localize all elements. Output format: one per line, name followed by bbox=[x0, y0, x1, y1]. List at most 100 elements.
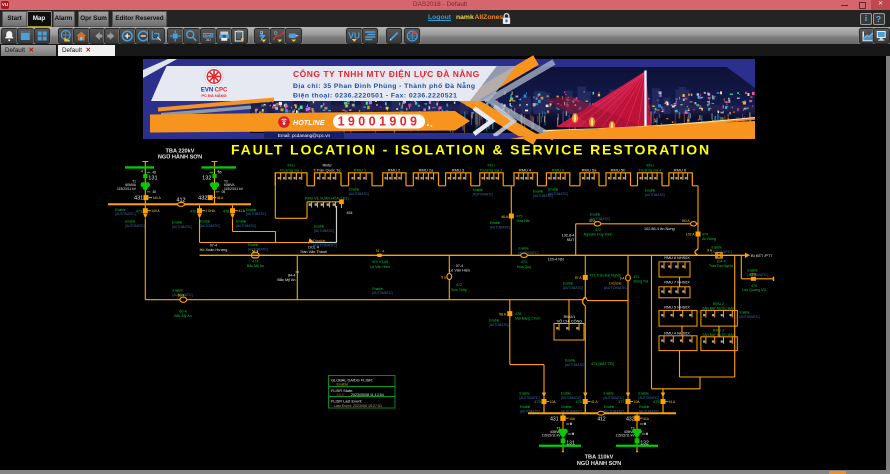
svg-text:Hồ Xuân Hương: Hồ Xuân Hương bbox=[200, 248, 228, 252]
svg-text:41 A: 41 A bbox=[591, 400, 598, 404]
svg-text:A: A bbox=[382, 249, 384, 253]
svg-text:Lê Văn Hiến: Lê Văn Hiến bbox=[370, 265, 390, 269]
svg-text:474 VT-05: 474 VT-05 bbox=[372, 260, 389, 264]
svg-text:432: 432 bbox=[626, 417, 635, 423]
svg-text:431: 431 bbox=[134, 195, 143, 201]
svg-text:Enable: Enable bbox=[548, 188, 558, 192]
svg-text:4: 4 bbox=[141, 170, 143, 174]
svg-text:471: 471 bbox=[634, 275, 640, 279]
svg-text:Enable: Enable bbox=[173, 288, 183, 292]
svg-text:Enable: Enable bbox=[565, 358, 575, 362]
svg-text:431: 431 bbox=[550, 417, 559, 423]
svg-text:[AUTOMATIC]: [AUTOMATIC] bbox=[200, 224, 220, 228]
svg-text:473: 473 bbox=[136, 209, 142, 213]
svg-text:475: 475 bbox=[576, 400, 582, 404]
svg-text:[AUTOMATIC]: [AUTOMATIC] bbox=[520, 396, 540, 400]
svg-text:Hòa Quý: Hòa Quý bbox=[517, 265, 531, 269]
svg-text:Trường Sa 2: Trường Sa 2 bbox=[480, 167, 503, 172]
svg-text:Enable: Enable bbox=[639, 405, 649, 409]
svg-text:PC ĐÀ NẴNG: PC ĐÀ NẴNG bbox=[201, 93, 226, 98]
svg-text:84-4: 84-4 bbox=[288, 273, 296, 277]
svg-text:[AUTOMATIC]: [AUTOMATIC] bbox=[604, 396, 624, 400]
svg-text:Enable: Enable bbox=[563, 281, 573, 285]
svg-text:Nguyễn Duy Trinh: Nguyễn Duy Trinh bbox=[584, 232, 613, 237]
svg-text:[AUTOMATIC]: [AUTOMATIC] bbox=[604, 409, 624, 413]
svg-text:46 A: 46 A bbox=[217, 196, 224, 200]
svg-text:Enable: Enable bbox=[372, 287, 382, 291]
svg-text:120-4 NN: 120-4 NN bbox=[548, 258, 565, 262]
svg-text:Enable: Enable bbox=[125, 220, 135, 224]
svg-text:CÔNG TY TNHH MTV ĐIỆN LỰC ĐÀ N: CÔNG TY TNHH MTV ĐIỆN LỰC ĐÀ NẴNG bbox=[293, 68, 480, 79]
svg-text:[AUTOMATIC]: [AUTOMATIC] bbox=[561, 409, 581, 413]
svg-text:[AUTOMATIC]: [AUTOMATIC] bbox=[639, 409, 659, 413]
svg-text:Enable: Enable bbox=[200, 220, 210, 224]
svg-text:Enable: Enable bbox=[748, 268, 758, 272]
svg-text:478: 478 bbox=[223, 209, 229, 213]
svg-text:Trần Đại Nghĩa: Trần Đại Nghĩa bbox=[709, 264, 733, 268]
svg-text:[AUTOMATIC]: [AUTOMATIC] bbox=[561, 396, 581, 400]
svg-text:FLISR Last Event:: FLISR Last Event: bbox=[331, 399, 363, 404]
svg-text:Điện thoại: 0236.2220501 - Fax: Điện thoại: 0236.2220501 - Fax: 0236.222… bbox=[293, 93, 457, 100]
svg-text:Enable: Enable bbox=[489, 318, 499, 322]
svg-text:[AUTOMATIC]: [AUTOMATIC] bbox=[372, 291, 392, 295]
svg-text:472: 472 bbox=[595, 228, 601, 232]
svg-text:454: 454 bbox=[347, 211, 353, 215]
svg-text:FAULT LOCATION - ISOLATION & S: FAULT LOCATION - ISOLATION & SERVICE RES… bbox=[231, 142, 711, 158]
svg-text:[AUTOMATIC]: [AUTOMATIC] bbox=[519, 251, 539, 255]
svg-text:[AUTOMATIC]: [AUTOMATIC] bbox=[490, 225, 510, 229]
svg-text:HĐ A: HĐ A bbox=[682, 219, 690, 223]
svg-text:471 [BẬT TĐ]: 471 [BẬT TĐ] bbox=[591, 361, 614, 366]
svg-text:RMU 6 NHS0X: RMU 6 NHS0X bbox=[664, 256, 690, 260]
svg-text:470: 470 bbox=[751, 284, 757, 288]
svg-text:GLOBAL DA/DG FLISR:: GLOBAL DA/DG FLISR: bbox=[331, 377, 373, 382]
svg-text:Enable: Enable bbox=[520, 391, 530, 395]
svg-text:[AUTOMATIC]: [AUTOMATIC] bbox=[712, 250, 732, 254]
svg-text:10A: 10A bbox=[550, 400, 557, 404]
svg-text:07-4: 07-4 bbox=[456, 264, 464, 268]
svg-text:[AUTOMATIC]: [AUTOMATIC] bbox=[590, 217, 610, 221]
svg-text:[AUTOMATIC]: [AUTOMATIC] bbox=[349, 192, 369, 196]
svg-text:RMU 5b: RMU 5b bbox=[611, 167, 626, 172]
svg-text:Sơn Thủy: Sơn Thủy bbox=[451, 288, 467, 292]
svg-text:SÂN BAY NƯỚC MẰN: SÂN BAY NƯỚC MẰN bbox=[702, 305, 735, 310]
svg-text:BI KẾT /PT7: BI KẾT /PT7 bbox=[751, 253, 773, 258]
svg-text:Enable: Enable bbox=[519, 246, 529, 250]
svg-text:Địa chỉ: 35 Phan Đình Phùng -: Địa chỉ: 35 Phan Đình Phùng - Thành phố … bbox=[293, 81, 476, 90]
svg-text:NÚT: NÚT bbox=[567, 237, 575, 242]
svg-text:Enable: Enable bbox=[604, 391, 614, 395]
svg-text:[AUTOMATIC]: [AUTOMATIC] bbox=[645, 193, 665, 197]
svg-text:TBA 220kV: TBA 220kV bbox=[165, 148, 194, 154]
svg-text:48: 48 bbox=[152, 171, 156, 175]
svg-text:Bắc Mỹ An: Bắc Mỹ An bbox=[247, 263, 264, 268]
svg-text:10A: 10A bbox=[569, 417, 576, 421]
svg-text:An Nồng: An Nồng bbox=[702, 237, 716, 241]
svg-text:474: 474 bbox=[702, 232, 708, 236]
svg-text:46 A: 46 A bbox=[501, 215, 509, 219]
svg-text:[AUTOMATIC]: [AUTOMATIC] bbox=[639, 396, 659, 400]
svg-text:[AUTOMATIC]: [AUTOMATIC] bbox=[489, 323, 509, 327]
svg-text:Lê Văn Hiến: Lê Văn Hiến bbox=[449, 269, 470, 273]
svg-text:Disable: Disable bbox=[609, 281, 622, 285]
svg-text:Disable: Disable bbox=[313, 239, 326, 243]
svg-text:1 DHA: 1 DHA bbox=[206, 209, 216, 213]
svg-text:[AUTOMATIC]: [AUTOMATIC] bbox=[115, 212, 135, 216]
svg-text:74: 74 bbox=[375, 249, 379, 253]
svg-text:05: 05 bbox=[222, 190, 226, 194]
svg-text:NGŪ HÀNH SƠN: NGŪ HÀNH SƠN bbox=[158, 154, 202, 161]
svg-text:Enable: Enable bbox=[639, 391, 649, 395]
svg-text:Enable: Enable bbox=[712, 245, 722, 249]
svg-text:Enable: Enable bbox=[115, 208, 125, 212]
svg-text:115/22/11 kV: 115/22/11 kV bbox=[616, 434, 636, 438]
svg-text:HOTLINE: HOTLINE bbox=[293, 118, 325, 127]
svg-text:10A: 10A bbox=[634, 400, 641, 404]
svg-text:RMU 5a: RMU 5a bbox=[582, 167, 597, 172]
svg-text:132.8-4: 132.8-4 bbox=[562, 233, 575, 237]
svg-text:[AUTOMATIC]: [AUTOMATIC] bbox=[604, 286, 628, 290]
svg-text:[AUTOMATIC]: [AUTOMATIC] bbox=[565, 363, 585, 367]
svg-text:132: 132 bbox=[202, 176, 211, 182]
svg-text:Enable: Enable bbox=[248, 243, 258, 247]
svg-text:RMU 2: RMU 2 bbox=[388, 167, 401, 172]
svg-text:115/22/11 kV: 115/22/11 kV bbox=[542, 434, 562, 438]
svg-text:[AUTOMATIC]: [AUTOMATIC] bbox=[748, 273, 768, 277]
svg-text:[AUTOMATIC]: [AUTOMATIC] bbox=[246, 212, 266, 216]
